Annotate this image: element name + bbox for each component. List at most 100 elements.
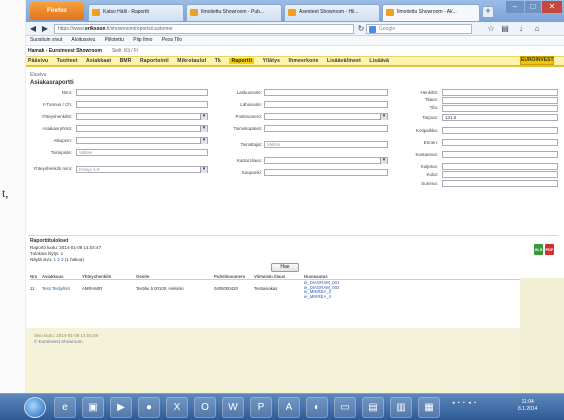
status-field[interactable] — [442, 105, 558, 112]
start-date-select[interactable] — [76, 137, 208, 144]
site-title: Hamak - Euroinvest Showroom — [28, 48, 102, 54]
menu-item[interactable]: Asiakkaat — [86, 58, 111, 64]
cell-notes[interactable]: ei_DIAGRAM_001 ei_DIAGRAM_002 ei_MIKREA_… — [304, 280, 339, 299]
bookmark-item[interactable]: Piip Ilmo — [133, 37, 152, 43]
business-id-field[interactable] — [76, 101, 208, 108]
table-row[interactable]: 11 Testi Testiyhtiö AMRAMIR Testitie 5 0… — [30, 280, 560, 300]
postal-code-select[interactable] — [264, 113, 388, 120]
search-box[interactable]: Google — [366, 24, 472, 34]
tab-4[interactable]: Ilmoitettu Showroom - Ak... — [382, 4, 480, 21]
tab-3[interactable]: Asenteet Showroom - Hil... — [284, 4, 380, 21]
menu-item[interactable]: Mikrotaulut — [177, 58, 206, 64]
powerpoint-icon[interactable]: P — [250, 397, 272, 418]
chevron-down-icon[interactable]: ▾ — [380, 158, 387, 164]
app-icon[interactable]: ▭ — [334, 397, 356, 418]
pdf-export-icon[interactable]: PDF — [545, 244, 554, 255]
results-summary: Raporttitulokset Raportti luotu: 2014-01… — [30, 238, 560, 263]
excel-icon[interactable]: X — [166, 397, 188, 418]
minimize-button[interactable]: – — [506, 1, 524, 13]
column-header[interactable]: Viimeisin tilaus — [254, 274, 285, 279]
menu-item-active[interactable]: Raportit — [229, 58, 255, 64]
menu-item[interactable]: Tk — [215, 58, 221, 64]
app-icon[interactable]: ▥ — [390, 397, 412, 418]
home-icon[interactable]: ⌂ — [532, 24, 542, 34]
chevron-down-icon[interactable]: ▾ — [380, 114, 387, 120]
expenses-field[interactable] — [442, 171, 558, 178]
outlook-icon[interactable]: O — [194, 397, 216, 418]
menu-item[interactable]: Raportointi — [140, 58, 169, 64]
menu-item[interactable]: Tuotteet — [57, 58, 78, 64]
paint-icon[interactable]: ◐ — [306, 397, 328, 418]
home-place-field[interactable] — [442, 127, 558, 134]
download-icon[interactable]: ↓ — [516, 24, 526, 34]
total-field[interactable] — [442, 180, 558, 187]
close-button[interactable]: ✕ — [542, 1, 562, 13]
cell-customer-link[interactable]: Testi Testiyhtiö — [42, 286, 70, 291]
clock[interactable]: 11:04 8.1.2014 — [518, 399, 537, 413]
column-header[interactable]: Osoite — [136, 274, 149, 279]
chevron-down-icon[interactable]: ▾ — [200, 167, 207, 173]
transport-field[interactable] — [442, 163, 558, 170]
menu-item[interactable]: Ihmeerkone — [289, 58, 319, 64]
acrobat-icon[interactable]: A — [278, 397, 300, 418]
column-header[interactable]: Asiakkuus — [42, 274, 64, 279]
bookmark-item[interactable]: Aloitussivu — [71, 37, 95, 43]
menu-item[interactable]: Pääsivu — [28, 58, 48, 64]
bookmark-item[interactable]: Piilotettu — [105, 37, 124, 43]
name-field[interactable] — [76, 89, 208, 96]
chevron-down-icon[interactable]: ▾ — [200, 126, 207, 132]
street-address-field[interactable] — [264, 101, 388, 108]
column-header[interactable]: Nro — [30, 274, 37, 279]
contact-name-select[interactable]: Kriteja 1-9 — [76, 166, 208, 173]
menu-item[interactable]: Lisäävä — [369, 58, 389, 64]
pager-links[interactable]: 1 2 3 — [54, 257, 64, 262]
address-bar[interactable]: https://www.eriksson.fi/showroom/reports… — [54, 24, 354, 34]
bookmark-item[interactable]: Pess Tilo — [162, 37, 182, 43]
word-icon[interactable]: W — [222, 397, 244, 418]
back-icon[interactable]: ◀ — [28, 24, 38, 34]
contact-select[interactable] — [76, 113, 208, 120]
breadcrumb[interactable]: Etusivu — [30, 72, 46, 78]
new-tab-button[interactable]: + — [482, 6, 494, 18]
app-icon[interactable]: ▦ — [418, 397, 440, 418]
ie-icon[interactable]: e — [54, 397, 76, 418]
forward-icon[interactable]: ▶ — [40, 24, 50, 34]
supplier-field[interactable]: Valitse — [264, 141, 388, 148]
firefox-menu-button[interactable]: Firefox — [30, 2, 84, 20]
chevron-down-icon[interactable]: ▾ — [200, 138, 207, 144]
start-button-icon[interactable] — [24, 397, 46, 418]
system-tray[interactable]: ◂ ▪ ▪ ◂ ▪ — [452, 400, 477, 406]
map-order-select[interactable] — [264, 157, 388, 164]
tab-1[interactable]: Katso Hälli - Raportit — [88, 4, 184, 21]
order-field[interactable] — [442, 97, 558, 104]
bookmark-item[interactable]: Suosituin sivut — [30, 37, 62, 43]
tab-2[interactable]: Ilmoitettu Showroom - Pub... — [186, 4, 282, 21]
excel-export-icon[interactable]: XLS — [534, 244, 543, 255]
app-icon[interactable]: ▤ — [362, 397, 384, 418]
city-field[interactable] — [264, 169, 388, 176]
column-header[interactable]: Puhelinnumero — [214, 274, 245, 279]
persons-field[interactable] — [442, 89, 558, 96]
offer-field[interactable]: 131.6 — [442, 114, 558, 121]
column-header[interactable]: Huomautus — [304, 274, 328, 279]
menu-item[interactable]: BMR — [120, 58, 132, 64]
maximize-button[interactable]: □ — [525, 1, 541, 13]
before-field[interactable] — [442, 139, 558, 146]
bookmarks-menu-icon[interactable]: ▤ — [500, 24, 510, 34]
reload-icon[interactable]: ↻ — [356, 24, 366, 34]
search-button[interactable]: Hae — [271, 263, 299, 272]
billing-address-field[interactable] — [264, 89, 388, 96]
customer-group-select[interactable] — [76, 125, 208, 132]
footer-copyright[interactable]: © Euroinvest Showroom — [34, 339, 83, 344]
bookmark-star-icon[interactable]: ☆ — [486, 24, 496, 34]
chevron-down-icon[interactable]: ▾ — [200, 114, 207, 120]
firefox-icon[interactable]: ● — [138, 397, 160, 418]
media-icon[interactable]: ▶ — [110, 397, 132, 418]
menu-item[interactable]: Lisäävälineet — [327, 58, 361, 64]
folder-icon[interactable]: ▣ — [82, 397, 104, 418]
office-field[interactable]: Valitse — [76, 149, 208, 156]
column-header[interactable]: Yhteyshenkilö — [82, 274, 111, 279]
menu-item[interactable]: Yllätys — [263, 58, 281, 64]
cost-field[interactable] — [442, 151, 558, 158]
office-day-field[interactable] — [264, 125, 388, 132]
